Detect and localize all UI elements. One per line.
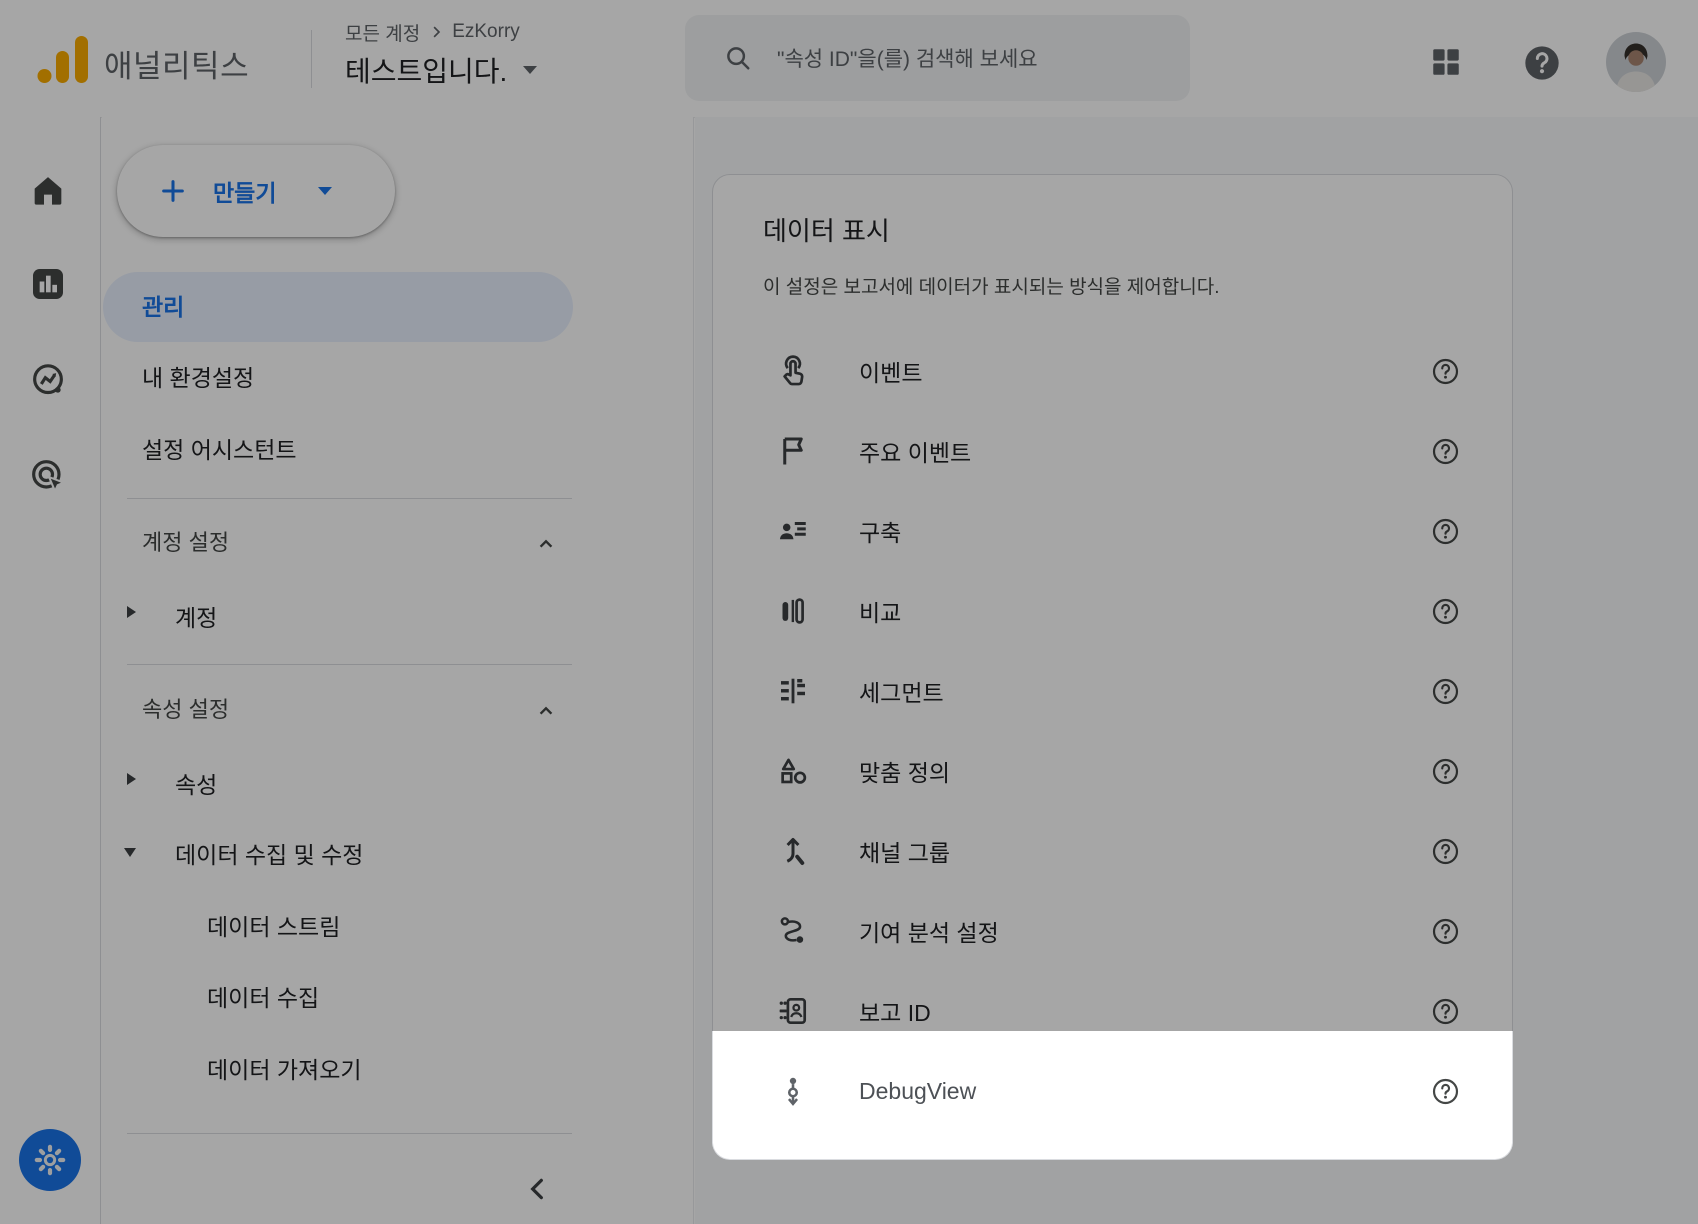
reporting-id-icon <box>775 993 811 1029</box>
row-label: DebugView <box>859 1078 976 1105</box>
row-label: 맞춤 정의 <box>859 754 950 788</box>
nav-item-data-import[interactable]: 데이터 가져오기 <box>207 1053 362 1087</box>
nav-item-my-preferences[interactable]: 내 환경설정 <box>142 361 254 395</box>
settings-list: 이벤트 주요 이벤트 구축 비교 세그먼트 <box>713 331 1512 1131</box>
advertising-icon[interactable] <box>28 456 68 496</box>
touch-icon <box>775 353 811 389</box>
help-icon[interactable] <box>1431 677 1460 706</box>
row-audiences[interactable]: 구축 <box>713 491 1512 571</box>
row-custom-definitions[interactable]: 맞춤 정의 <box>713 731 1512 811</box>
help-icon[interactable] <box>1431 837 1460 866</box>
nav-item-admin-selected[interactable]: 관리 <box>103 272 573 342</box>
chevron-up-icon[interactable] <box>533 531 559 557</box>
nav-item-label: 관리 <box>142 272 184 342</box>
nav-divider <box>127 1133 572 1134</box>
row-label: 주요 이벤트 <box>859 434 971 468</box>
nav-item-data-collection[interactable]: 데이터 수집 <box>207 981 319 1015</box>
row-reporting-identity[interactable]: 보고 ID <box>713 971 1512 1051</box>
section-account-settings[interactable]: 계정 설정 <box>142 528 229 558</box>
header-divider <box>311 30 312 88</box>
segments-icon <box>775 673 811 709</box>
plus-icon <box>159 177 187 205</box>
breadcrumb[interactable]: 모든 계정 EzKorry <box>345 20 520 44</box>
help-icon[interactable] <box>1431 917 1460 946</box>
row-channel-groups[interactable]: 채널 그룹 <box>713 811 1512 891</box>
audience-icon <box>775 513 811 549</box>
shapes-icon <box>775 753 811 789</box>
help-button[interactable] <box>1522 43 1562 83</box>
chevron-right-icon <box>427 23 445 41</box>
row-label: 기여 분석 설정 <box>859 914 999 948</box>
flag-icon <box>775 433 811 469</box>
logo-wordmark: 애널리틱스 <box>104 41 249 86</box>
row-debugview[interactable]: DebugView <box>713 1051 1512 1131</box>
app-header: 애널리틱스 모든 계정 EzKorry 테스트입니다. "속성 ID"을(를) … <box>0 0 1698 118</box>
analytics-logo-icon[interactable] <box>36 33 90 85</box>
help-icon[interactable] <box>1431 997 1460 1026</box>
row-label: 보고 ID <box>859 994 931 1028</box>
row-label: 세그먼트 <box>859 674 944 708</box>
nav-item-data-streams[interactable]: 데이터 스트림 <box>207 910 340 944</box>
app-rail <box>0 117 101 1224</box>
help-icon[interactable] <box>1431 1077 1460 1106</box>
debugview-icon <box>775 1073 811 1109</box>
reports-icon[interactable] <box>28 264 68 304</box>
expand-arrow-right-icon[interactable] <box>127 606 136 618</box>
chevron-up-icon[interactable] <box>533 698 559 724</box>
nav-divider <box>127 498 572 499</box>
compare-icon <box>775 593 811 629</box>
home-icon[interactable] <box>28 170 68 210</box>
help-icon[interactable] <box>1431 757 1460 786</box>
row-key-events[interactable]: 주요 이벤트 <box>713 411 1512 491</box>
expand-arrow-right-icon[interactable] <box>127 773 136 785</box>
help-icon[interactable] <box>1431 517 1460 546</box>
nav-item-data-collection-group[interactable]: 데이터 수집 및 수정 <box>175 838 363 872</box>
nav-divider <box>127 664 572 665</box>
row-events[interactable]: 이벤트 <box>713 331 1512 411</box>
help-icon[interactable] <box>1431 437 1460 466</box>
row-label: 비교 <box>859 594 901 628</box>
search-input[interactable]: "속성 ID"을(를) 검색해 보세요 <box>685 15 1190 101</box>
help-icon[interactable] <box>1431 357 1460 386</box>
data-display-card: 데이터 표시 이 설정은 보고서에 데이터가 표시되는 방식을 제어합니다. 이… <box>712 174 1513 1160</box>
attribution-icon <box>775 913 811 949</box>
create-dropdown-icon[interactable] <box>318 187 332 195</box>
breadcrumb-scope: 모든 계정 <box>345 19 420 46</box>
nav-item-account[interactable]: 계정 <box>175 601 217 635</box>
channel-icon <box>775 833 811 869</box>
row-label: 이벤트 <box>859 354 922 388</box>
search-icon <box>723 43 753 73</box>
breadcrumb-account: EzKorry <box>452 21 520 43</box>
row-comparisons[interactable]: 비교 <box>713 571 1512 651</box>
row-label: 채널 그룹 <box>859 834 950 868</box>
admin-nav-panel: 만들기 관리 내 환경설정 설정 어시스턴트 계정 설정 계정 속성 설정 속성… <box>102 117 694 1224</box>
expand-arrow-down-icon[interactable] <box>124 848 136 857</box>
row-attribution-settings[interactable]: 기여 분석 설정 <box>713 891 1512 971</box>
chevron-down-icon <box>523 66 537 74</box>
property-name: 테스트입니다. <box>345 50 507 90</box>
nav-item-setup-assistant[interactable]: 설정 어시스턴트 <box>142 433 297 467</box>
create-button[interactable]: 만들기 <box>117 145 395 237</box>
admin-gear-button[interactable] <box>19 1129 81 1191</box>
property-selector[interactable]: 테스트입니다. <box>345 50 537 90</box>
row-label: 구축 <box>859 514 901 548</box>
help-icon[interactable] <box>1431 597 1460 626</box>
search-placeholder: "속성 ID"을(를) 검색해 보세요 <box>777 43 1038 73</box>
row-segments[interactable]: 세그먼트 <box>713 651 1512 731</box>
ga-admin-page: 애널리틱스 모든 계정 EzKorry 테스트입니다. "속성 ID"을(를) … <box>0 0 1698 1224</box>
card-subtitle: 이 설정은 보고서에 데이터가 표시되는 방식을 제어합니다. <box>763 272 1219 299</box>
avatar[interactable] <box>1606 32 1666 92</box>
org-apps-grid-icon[interactable] <box>1429 45 1463 79</box>
collapse-nav-icon[interactable] <box>522 1173 554 1205</box>
explore-icon[interactable] <box>28 360 68 400</box>
create-button-label: 만들기 <box>213 174 276 208</box>
card-title: 데이터 표시 <box>763 211 890 248</box>
nav-item-property[interactable]: 속성 <box>175 768 217 802</box>
section-property-settings[interactable]: 속성 설정 <box>142 695 229 725</box>
